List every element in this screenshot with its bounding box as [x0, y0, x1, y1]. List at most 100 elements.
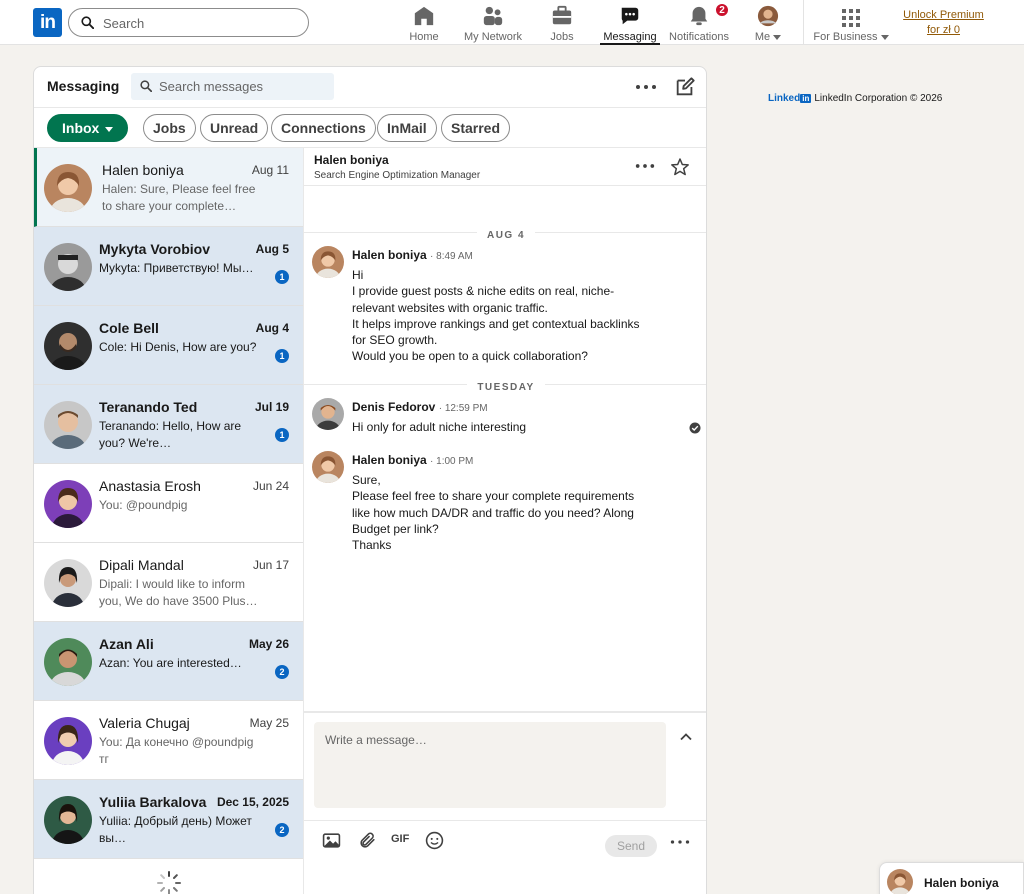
- conversation-name: Mykyta Vorobiov: [99, 241, 210, 257]
- footer-brand: Linked in LinkedIn Corporation © 2026: [768, 93, 942, 104]
- avatar: [44, 796, 92, 844]
- conversation-item[interactable]: Azan Ali May 26 Azan: You are interested…: [34, 622, 303, 701]
- date-separator: AUG 4: [304, 225, 706, 241]
- thread-contact-name[interactable]: Halen boniya: [314, 153, 389, 167]
- messages-search-input[interactable]: [159, 77, 329, 96]
- avatar: [44, 717, 92, 765]
- send-button[interactable]: Send: [605, 835, 657, 857]
- message-body: Hi I provide guest posts & niche edits o…: [352, 268, 640, 364]
- chat-icon: [621, 7, 639, 25]
- unread-count-badge: 1: [275, 270, 289, 284]
- nav-home[interactable]: Home: [407, 5, 441, 45]
- search-icon: [140, 80, 152, 92]
- conversation-date: Aug 5: [255, 242, 289, 256]
- premium-line-1: Unlock Premium: [903, 9, 984, 21]
- grid-icon: [842, 9, 860, 27]
- filter-connections[interactable]: Connections: [271, 114, 376, 142]
- unread-count-badge: 2: [275, 665, 289, 679]
- conversation-name: Anastasia Erosh: [99, 478, 201, 494]
- more-options-icon[interactable]: [670, 839, 690, 845]
- linkedin-logo[interactable]: in: [33, 8, 62, 37]
- avatar[interactable]: [312, 451, 344, 483]
- conversation-snippet: Cole: Hi Denis, How are you?: [99, 340, 257, 354]
- top-navigation: in Home My Network Jobs Messaging 2 Noti…: [0, 0, 1024, 45]
- message-input[interactable]: [314, 722, 666, 808]
- emoji-icon[interactable]: [425, 831, 444, 850]
- filter-jobs[interactable]: Jobs: [143, 114, 196, 142]
- message-thread: Halen boniya Search Engine Optimization …: [304, 148, 706, 894]
- read-receipt-icon: [689, 422, 701, 434]
- conversation-snippet: You: @poundpig: [99, 498, 188, 512]
- thread-header: Halen boniya Search Engine Optimization …: [304, 148, 706, 186]
- conversation-name: Teranando Ted: [99, 399, 198, 415]
- conversation-name: Azan Ali: [99, 636, 154, 652]
- avatar[interactable]: [312, 246, 344, 278]
- conversation-item[interactable]: Valeria Chugaj May 25 You: Да конечно @p…: [34, 701, 303, 780]
- loading-spinner-icon: [157, 871, 181, 894]
- conversation-date: Jul 19: [254, 400, 289, 414]
- filter-starred[interactable]: Starred: [441, 114, 511, 142]
- nav-jobs[interactable]: Jobs: [546, 5, 578, 45]
- star-icon[interactable]: [670, 157, 690, 177]
- more-options-icon[interactable]: [634, 78, 658, 96]
- global-search[interactable]: [68, 8, 309, 37]
- home-icon: [414, 6, 434, 26]
- compose-area: GIF Send: [304, 711, 706, 894]
- unread-count-badge: 1: [275, 349, 289, 363]
- messages-search[interactable]: [131, 73, 334, 100]
- message-sender: Halen boniya · 8:49 AM: [352, 248, 473, 262]
- nav-notifications[interactable]: 2 Notifications: [666, 3, 732, 45]
- nav-messaging[interactable]: Messaging: [600, 5, 660, 45]
- unread-count-badge: 1: [275, 428, 289, 442]
- me-avatar: [757, 5, 779, 27]
- compose-icon[interactable]: [674, 76, 696, 98]
- avatar[interactable]: [312, 398, 344, 430]
- nav-for-business[interactable]: For Business: [811, 5, 891, 45]
- messaging-title: Messaging: [47, 78, 120, 94]
- conversation-date: Jun 24: [252, 479, 289, 493]
- conversation-item[interactable]: Anastasia Erosh Jun 24 You: @poundpig: [34, 464, 303, 543]
- filter-unread[interactable]: Unread: [200, 114, 269, 142]
- nav-divider: [803, 0, 804, 45]
- avatar: [44, 243, 92, 291]
- image-icon[interactable]: [322, 831, 341, 850]
- conversation-item[interactable]: Halen boniya Aug 11 Halen: Sure, Please …: [34, 148, 303, 227]
- filter-inmail[interactable]: InMail: [377, 114, 437, 142]
- minimized-chat[interactable]: Halen boniya: [879, 862, 1024, 894]
- nav-my-network-label: My Network: [463, 31, 523, 43]
- messaging-header: Messaging: [34, 67, 706, 108]
- nav-my-network[interactable]: My Network: [461, 5, 525, 45]
- conversation-item[interactable]: Yuliia Barkalova Dec 15, 2025 Yuliia: До…: [34, 780, 303, 859]
- more-options-icon[interactable]: [634, 159, 656, 173]
- conversation-date: May 25: [249, 716, 289, 730]
- nav-me-label: Me: [748, 31, 788, 43]
- conversation-item[interactable]: Cole Bell Aug 4 Cole: Hi Denis, How are …: [34, 306, 303, 385]
- avatar: [887, 869, 913, 894]
- conversation-item[interactable]: Mykyta Vorobiov Aug 5 Mykyta: Приветству…: [34, 227, 303, 306]
- avatar: [44, 401, 92, 449]
- avatar: [44, 638, 92, 686]
- conversation-item[interactable]: Teranando Ted Jul 19 Teranando: Hello, H…: [34, 385, 303, 464]
- conversation-snippet: Teranando: Hello, How are you? We're…: [99, 419, 242, 450]
- filter-inbox[interactable]: Inbox: [47, 114, 129, 142]
- notifications-count-badge: 2: [715, 3, 729, 17]
- global-search-input[interactable]: [103, 13, 298, 33]
- attachment-icon[interactable]: [358, 831, 377, 850]
- date-separator: TUESDAY: [304, 377, 706, 393]
- chevron-up-icon[interactable]: [678, 729, 694, 745]
- conversation-snippet: Yuliia: Добрый день) Может вы…: [99, 814, 252, 845]
- filter-inbox-label: Inbox: [62, 120, 100, 136]
- conversation-snippet: Azan: You are interested…: [99, 656, 242, 670]
- conversation-date: Dec 15, 2025: [216, 795, 289, 809]
- conversation-list: Halen boniya Aug 11 Halen: Sure, Please …: [34, 148, 304, 894]
- conversation-item[interactable]: Dipali Mandal Jun 17 Dipali: I would lik…: [34, 543, 303, 622]
- gif-button[interactable]: GIF: [391, 833, 409, 845]
- nav-messaging-label: Messaging: [603, 31, 657, 43]
- message-body: Hi only for adult niche interesting: [352, 420, 527, 434]
- unlock-premium-link[interactable]: Unlock Premium for zł 0: [896, 8, 991, 38]
- nav-me[interactable]: Me: [748, 5, 788, 45]
- avatar: [44, 480, 92, 528]
- compose-toolbar: GIF Send: [304, 820, 706, 860]
- chevron-down-icon: [105, 126, 114, 132]
- chevron-down-icon: [773, 34, 782, 40]
